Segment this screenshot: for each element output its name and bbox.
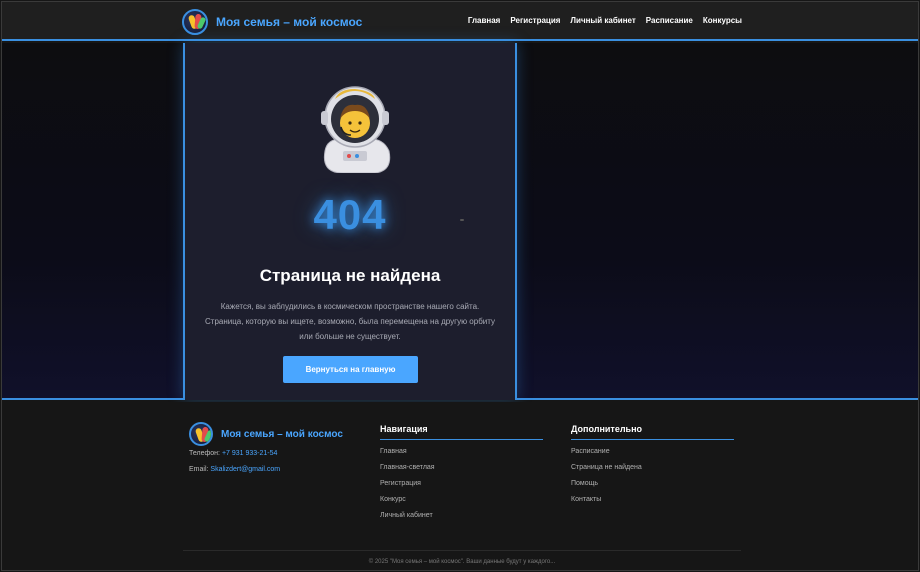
decor-dot	[460, 219, 464, 221]
footer-nav-title: Навигация	[380, 424, 543, 440]
footer-link-registration[interactable]: Регистрация	[380, 480, 543, 487]
footer-link-help[interactable]: Помощь	[571, 480, 734, 487]
nav-link-account[interactable]: Личный кабинет	[570, 16, 635, 25]
nav-link-contests[interactable]: Конкурсы	[703, 16, 742, 25]
footer-extra-column: Дополнительно Расписание Страница не най…	[571, 424, 734, 512]
footer-logo[interactable]: Моя семья – мой космос	[189, 422, 343, 446]
email-label: Email:	[189, 466, 209, 473]
footer-extra-title: Дополнительно	[571, 424, 734, 440]
error-card: 404 Страница не найдена Кажется, вы забл…	[183, 43, 517, 400]
footer-nav-column: Навигация Главная Главная-светлая Регист…	[380, 424, 543, 528]
footer-phone-row: Телефон: +7 931 933-21-54	[189, 450, 280, 457]
site-header: Моя семья – мой космос Главная Регистрац…	[2, 2, 918, 41]
astronaut-icon	[321, 86, 391, 173]
footer-link-contacts[interactable]: Контакты	[571, 496, 734, 503]
nav-link-home[interactable]: Главная	[468, 16, 501, 25]
nav-link-schedule[interactable]: Расписание	[646, 16, 693, 25]
nav-link-registration[interactable]: Регистрация	[510, 16, 560, 25]
hands-logo-icon	[182, 9, 208, 35]
footer-link-home[interactable]: Главная	[380, 448, 543, 455]
hands-logo-icon	[189, 422, 213, 446]
back-home-button[interactable]: Вернуться на главную	[283, 356, 418, 383]
site-logo[interactable]: Моя семья – мой космос	[182, 9, 362, 35]
email-link[interactable]: Skalizdert@gmail.com	[210, 466, 280, 473]
main-nav: Главная Регистрация Личный кабинет Распи…	[468, 16, 742, 25]
error-title: Страница не найдена	[259, 266, 441, 285]
error-description: Кажется, вы заблудились в космическом пр…	[205, 302, 496, 341]
footer-link-contest[interactable]: Конкурс	[380, 496, 543, 503]
footer-contacts: Телефон: +7 931 933-21-54 Email: Skalizd…	[189, 450, 280, 482]
footer-link-home-light[interactable]: Главная-светлая	[380, 464, 543, 471]
footer-link-account[interactable]: Личный кабинет	[380, 512, 543, 519]
browser-frame: Моя семья – мой космос Главная Регистрац…	[1, 1, 919, 571]
footer-email-row: Email: Skalizdert@gmail.com	[189, 466, 280, 473]
footer-link-schedule[interactable]: Расписание	[571, 448, 734, 455]
logo-text: Моя семья – мой космос	[216, 15, 363, 29]
phone-link[interactable]: +7 931 933-21-54	[222, 450, 277, 457]
error-code: 404	[313, 191, 387, 238]
footer-link-not-found[interactable]: Страница не найдена	[571, 464, 734, 471]
copyright-text: © 2025 "Моя семья – мой космос". Ваши да…	[368, 559, 556, 565]
site-footer: Моя семья – мой космос Телефон: +7 931 9…	[2, 402, 918, 570]
footer-logo-text: Моя семья – мой космос	[221, 428, 343, 440]
phone-label: Телефон:	[189, 450, 220, 457]
footer-divider	[183, 550, 741, 551]
main-area: 404 Страница не найдена Кажется, вы забл…	[2, 43, 918, 400]
